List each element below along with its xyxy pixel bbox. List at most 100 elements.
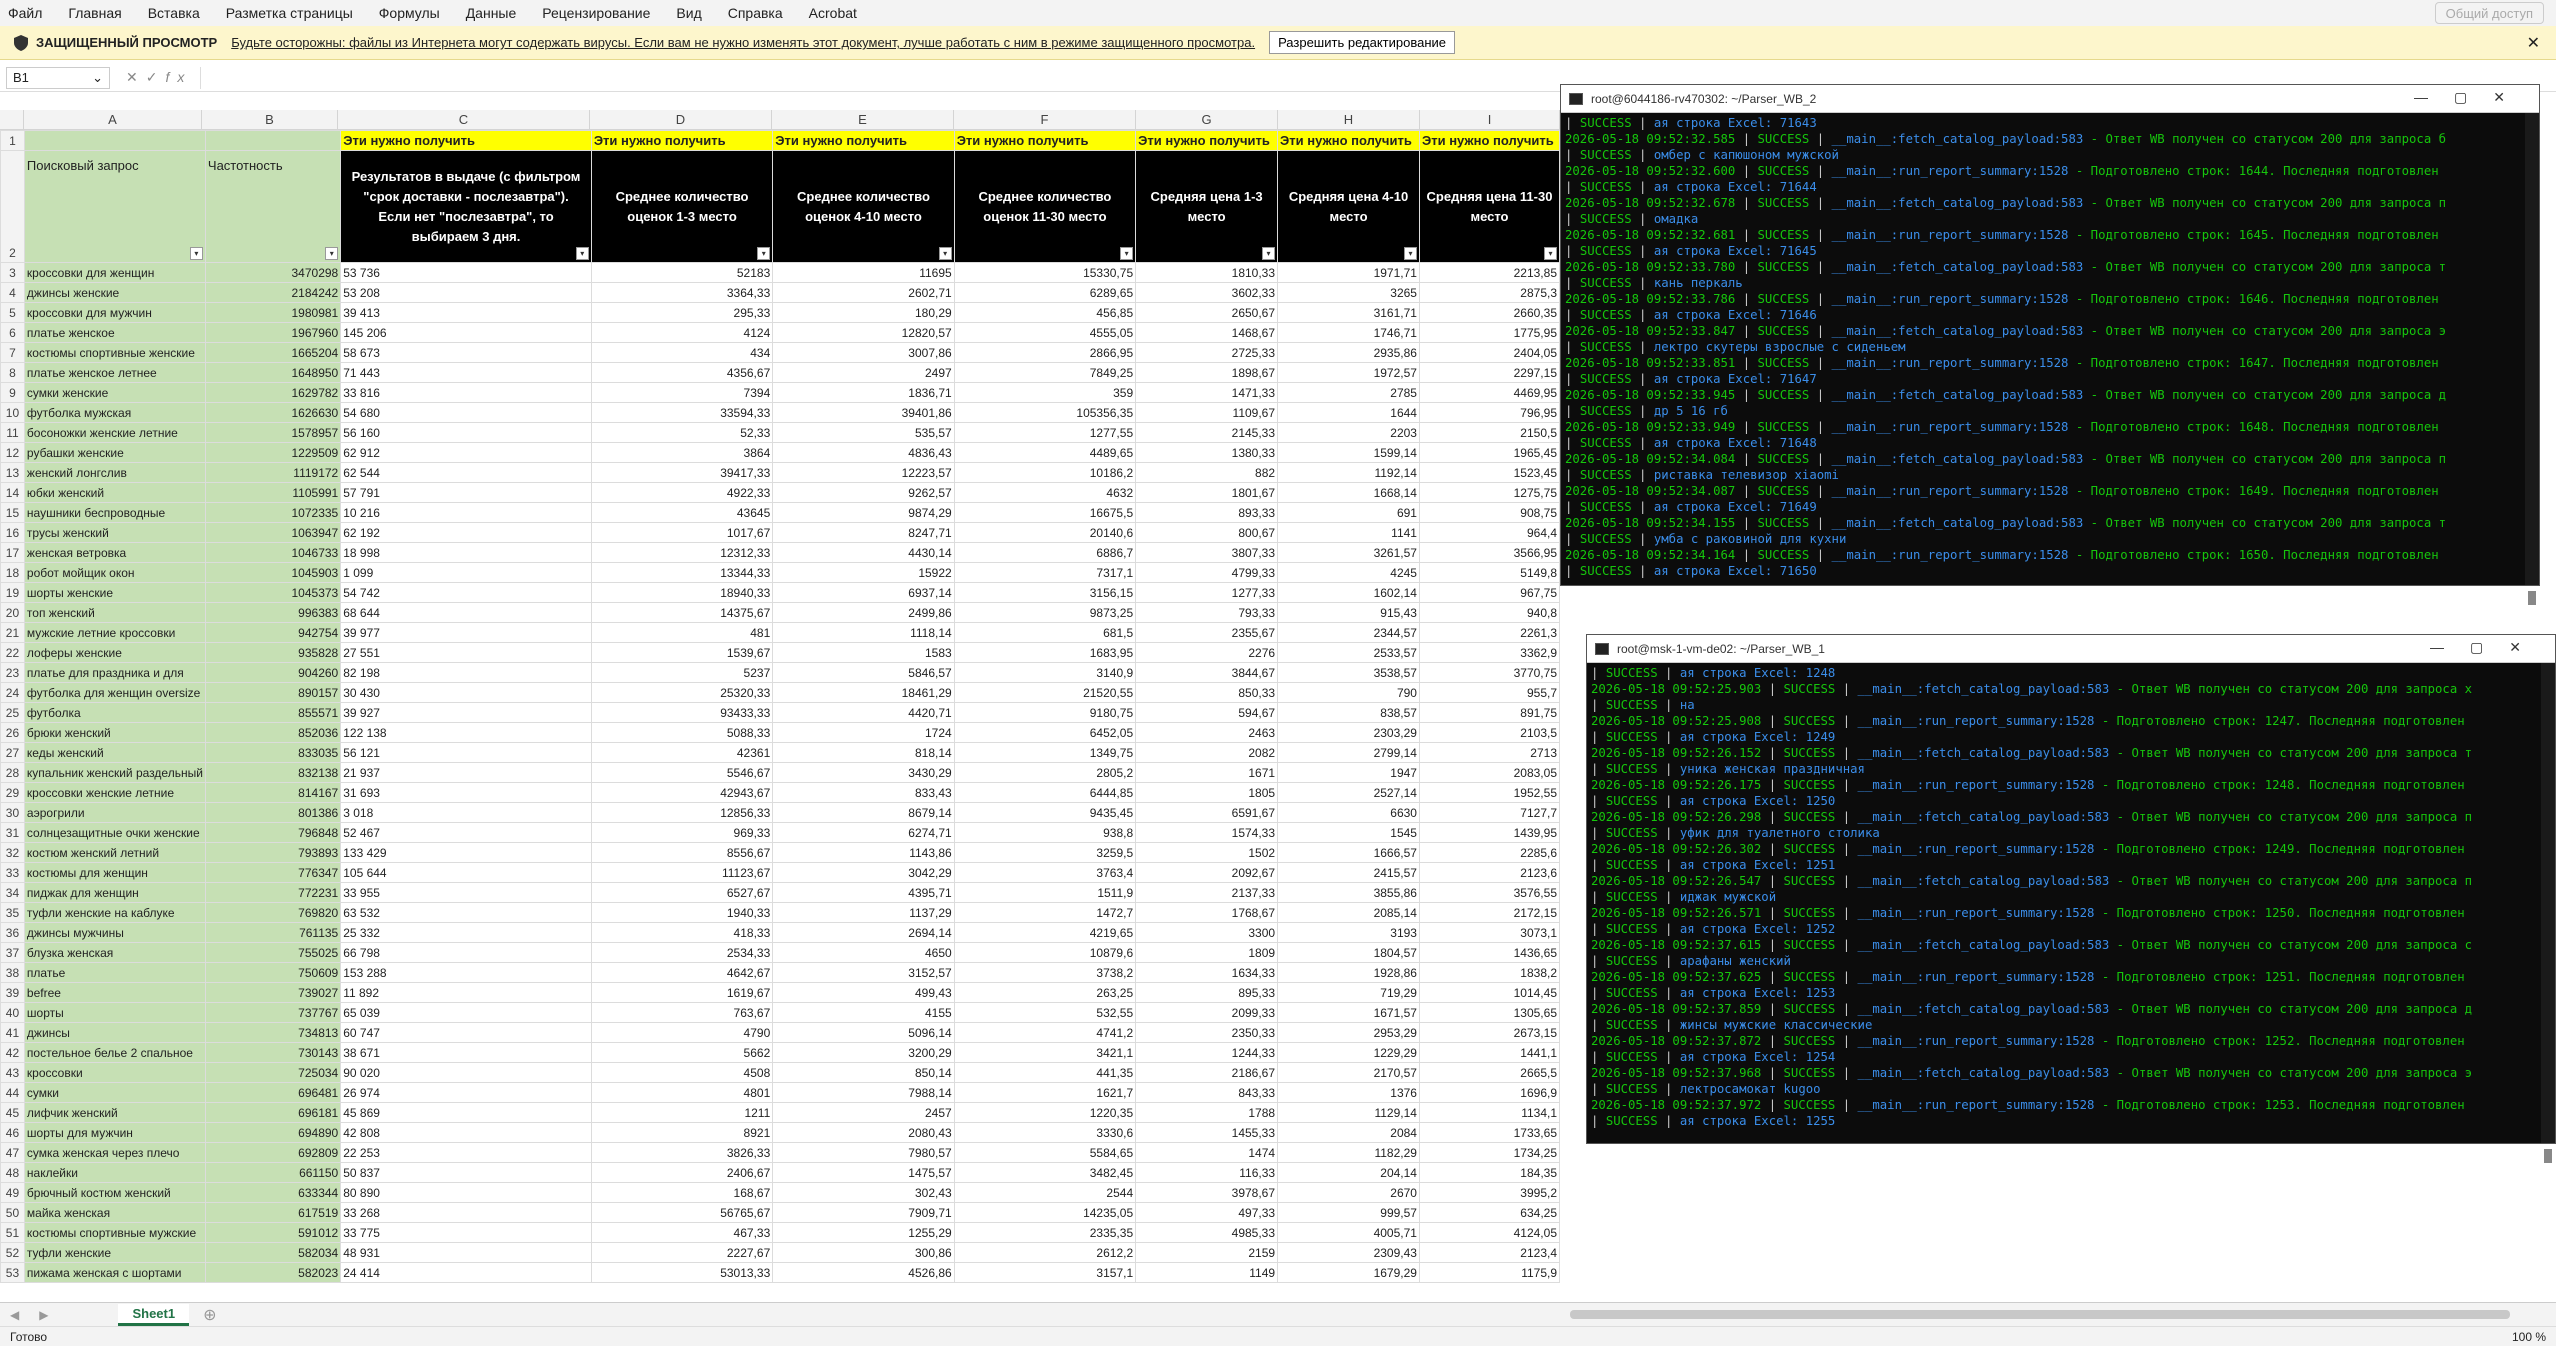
cell[interactable]: 2297,15 bbox=[1418, 362, 1560, 383]
cell[interactable]: 3073,1 bbox=[1418, 922, 1560, 943]
row-header[interactable]: 19 bbox=[0, 582, 25, 603]
row-header[interactable]: 39 bbox=[0, 982, 25, 1003]
cell[interactable]: 1141 bbox=[1277, 522, 1420, 543]
cell[interactable]: 1511,9 bbox=[953, 882, 1137, 903]
column-header-E[interactable]: E bbox=[772, 110, 954, 130]
cell[interactable]: 38 671 bbox=[340, 1042, 592, 1063]
cell[interactable]: 3807,33 bbox=[1135, 542, 1279, 563]
cell[interactable]: 2303,29 bbox=[1277, 722, 1420, 743]
cell[interactable]: 1809 bbox=[1135, 942, 1279, 963]
cell[interactable]: 12312,33 bbox=[590, 542, 774, 563]
cell[interactable]: 2670 bbox=[1277, 1182, 1420, 1203]
function-icon[interactable]: ✕✓fx bbox=[126, 69, 192, 86]
cell[interactable]: 535,57 bbox=[772, 422, 955, 443]
row-header[interactable]: 12 bbox=[0, 442, 25, 463]
cell[interactable]: 1305,65 bbox=[1418, 1002, 1560, 1023]
cell[interactable]: 1472,7 bbox=[953, 902, 1137, 923]
cell[interactable]: Эти нужно получить bbox=[1418, 130, 1560, 151]
cell[interactable]: майка женская bbox=[23, 1202, 206, 1223]
row-header[interactable]: 10 bbox=[0, 402, 25, 423]
cell[interactable]: 2276 bbox=[1135, 642, 1279, 663]
cell[interactable]: 10186,2 bbox=[953, 462, 1137, 483]
cell[interactable]: 54 742 bbox=[340, 582, 592, 603]
cell[interactable]: 62 192 bbox=[340, 522, 592, 543]
cell[interactable]: 2350,33 bbox=[1135, 1022, 1279, 1043]
cell[interactable]: 2123,6 bbox=[1418, 862, 1560, 883]
cell[interactable]: 8556,67 bbox=[590, 842, 774, 863]
cell[interactable]: платье женское летнее bbox=[23, 362, 206, 383]
cell[interactable]: 48 931 bbox=[340, 1242, 592, 1263]
cell[interactable]: шорты bbox=[23, 1002, 206, 1023]
row-header[interactable]: 31 bbox=[0, 822, 25, 843]
cell[interactable]: 9874,29 bbox=[772, 502, 955, 523]
cell[interactable]: 1644 bbox=[1277, 402, 1420, 423]
cell[interactable]: 750609 bbox=[204, 962, 342, 983]
header-cell[interactable]: Среднее количество оценок 1-3 место ▾ bbox=[590, 150, 774, 263]
cell[interactable]: 661150 bbox=[204, 1162, 342, 1183]
column-header-F[interactable]: F bbox=[954, 110, 1136, 130]
terminal-scrollbar[interactable] bbox=[2525, 113, 2539, 605]
cell[interactable]: 833035 bbox=[204, 742, 342, 763]
cell[interactable]: 1666,57 bbox=[1277, 842, 1420, 863]
cell[interactable]: постельное белье 2 спальное bbox=[23, 1042, 206, 1063]
cell[interactable]: 633344 bbox=[204, 1182, 342, 1203]
cell[interactable]: 1683,95 bbox=[953, 642, 1137, 663]
cell[interactable]: Эти нужно получить bbox=[590, 130, 774, 151]
cell[interactable]: 3152,57 bbox=[772, 962, 955, 983]
cell[interactable]: 2497 bbox=[772, 362, 955, 383]
cell[interactable]: 1972,57 bbox=[1277, 362, 1420, 383]
cell[interactable]: 5546,67 bbox=[590, 762, 774, 783]
cell[interactable]: 16675,5 bbox=[953, 502, 1137, 523]
cell[interactable]: 2261,3 bbox=[1418, 622, 1560, 643]
cell[interactable]: 3156,15 bbox=[953, 582, 1137, 603]
cell[interactable]: 1046733 bbox=[204, 542, 342, 563]
cell[interactable]: женский лонгслив bbox=[23, 462, 206, 483]
cell[interactable]: Эти нужно получить bbox=[340, 130, 592, 151]
cell[interactable]: 4799,33 bbox=[1135, 562, 1279, 583]
cell[interactable]: 882 bbox=[1135, 462, 1279, 483]
cell[interactable]: 6937,14 bbox=[772, 582, 955, 603]
cell[interactable]: 7988,14 bbox=[772, 1082, 955, 1103]
cell[interactable]: 938,8 bbox=[953, 822, 1137, 843]
close-icon[interactable]: ✕ bbox=[2527, 33, 2540, 53]
cell[interactable]: 1244,33 bbox=[1135, 1042, 1279, 1063]
cell[interactable]: 15330,75 bbox=[953, 262, 1137, 283]
cell[interactable]: джинсы женские bbox=[23, 282, 206, 303]
cell[interactable]: футболка bbox=[23, 702, 206, 723]
cell[interactable]: женская ветровка bbox=[23, 542, 206, 563]
scrollbar-thumb[interactable] bbox=[1570, 1310, 2510, 1319]
cell[interactable]: 801386 bbox=[204, 802, 342, 823]
cell[interactable]: сумки женские bbox=[23, 382, 206, 403]
cell[interactable]: 105 644 bbox=[340, 862, 592, 883]
cell[interactable]: 2170,57 bbox=[1277, 1062, 1420, 1083]
row-header[interactable]: 3 bbox=[0, 262, 25, 283]
cell[interactable]: 1545 bbox=[1277, 822, 1420, 843]
cell[interactable]: 7980,57 bbox=[772, 1142, 955, 1163]
cell[interactable]: 5088,33 bbox=[590, 722, 774, 743]
cell[interactable]: 1539,67 bbox=[590, 642, 774, 663]
cell[interactable]: 3602,33 bbox=[1135, 282, 1279, 303]
row-header[interactable]: 16 bbox=[0, 522, 25, 543]
cell[interactable]: 1668,14 bbox=[1277, 482, 1420, 503]
cell[interactable]: 7909,71 bbox=[772, 1202, 955, 1223]
cell[interactable]: 14375,67 bbox=[590, 602, 774, 623]
cell[interactable]: 1045373 bbox=[204, 582, 342, 603]
cell[interactable]: 2355,67 bbox=[1135, 622, 1279, 643]
cell[interactable]: робот мойщик окон bbox=[23, 562, 206, 583]
cell[interactable]: 1665204 bbox=[204, 342, 342, 363]
cell[interactable]: кроссовки женские летние bbox=[23, 782, 206, 803]
cell[interactable]: 42361 bbox=[590, 742, 774, 763]
cell[interactable]: 30 430 bbox=[340, 682, 592, 703]
cell[interactable]: 66 798 bbox=[340, 942, 592, 963]
menu-item-7[interactable]: Вид bbox=[676, 5, 701, 21]
column-header-H[interactable]: H bbox=[1278, 110, 1420, 130]
cell[interactable]: 1017,67 bbox=[590, 522, 774, 543]
cell[interactable]: 4526,86 bbox=[772, 1262, 955, 1283]
cell[interactable]: блузка женская bbox=[23, 942, 206, 963]
cell[interactable]: 2092,67 bbox=[1135, 862, 1279, 883]
cell[interactable]: 4642,67 bbox=[590, 962, 774, 983]
cell[interactable]: 4508 bbox=[590, 1062, 774, 1083]
cell[interactable]: 681,5 bbox=[953, 622, 1137, 643]
cell[interactable]: юбки женский bbox=[23, 482, 206, 503]
cell[interactable]: мужские летние кроссовки bbox=[23, 622, 206, 643]
